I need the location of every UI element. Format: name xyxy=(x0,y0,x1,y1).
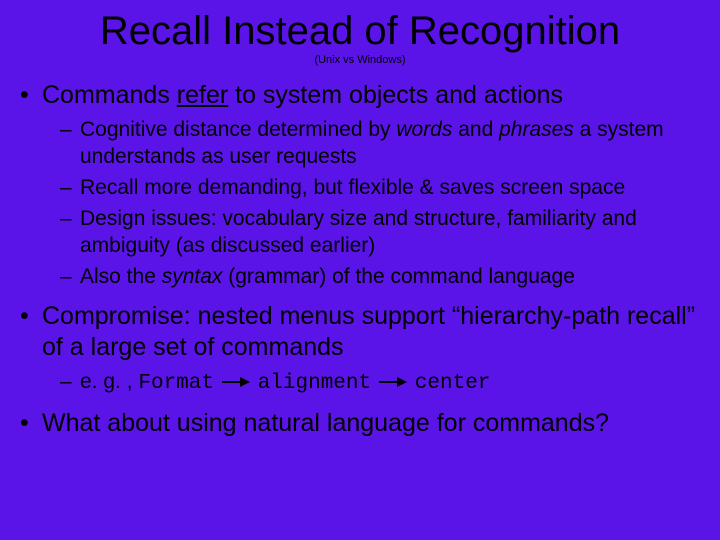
italic-text: phrases xyxy=(499,118,574,141)
text: (grammar) of the command language xyxy=(222,265,575,288)
sub-bullet: Also the syntax (grammar) of the command… xyxy=(60,264,700,291)
arrow-icon xyxy=(379,377,407,387)
arrow-icon xyxy=(222,377,250,387)
code-text: center xyxy=(415,372,491,395)
slide: Recall Instead of Recognition (Unix vs W… xyxy=(0,0,720,540)
text: Compromise: nested menus support “hierar… xyxy=(42,302,695,361)
text: to system objects and actions xyxy=(228,81,563,109)
underlined-text: refer xyxy=(177,81,228,109)
bullet-list: Commands refer to system objects and act… xyxy=(16,80,700,439)
bullet-2: Compromise: nested menus support “hierar… xyxy=(16,301,700,398)
sub-list-2: e. g. , Format alignment center xyxy=(60,369,700,398)
slide-title: Recall Instead of Recognition xyxy=(14,10,706,52)
text: Cognitive distance determined by xyxy=(80,118,396,141)
text: Also the xyxy=(80,265,162,288)
sub-list-1: Cognitive distance determined by words a… xyxy=(60,117,700,290)
sub-bullet: Design issues: vocabulary size and struc… xyxy=(60,206,700,260)
text: and xyxy=(452,118,499,141)
bullet-1: Commands refer to system objects and act… xyxy=(16,80,700,291)
bullet-3: What about using natural language for co… xyxy=(16,408,700,439)
code-text: Format xyxy=(138,372,214,395)
sub-bullet: Recall more demanding, but flexible & sa… xyxy=(60,175,700,202)
sub-bullet: e. g. , Format alignment center xyxy=(60,369,700,398)
text: Commands xyxy=(42,81,177,109)
italic-text: syntax xyxy=(162,265,223,288)
text: e. g. , xyxy=(80,370,138,393)
code-text: alignment xyxy=(258,372,371,395)
sub-bullet: Cognitive distance determined by words a… xyxy=(60,117,700,171)
slide-subtitle: (Unix vs Windows) xyxy=(14,54,706,66)
italic-text: words xyxy=(396,118,452,141)
